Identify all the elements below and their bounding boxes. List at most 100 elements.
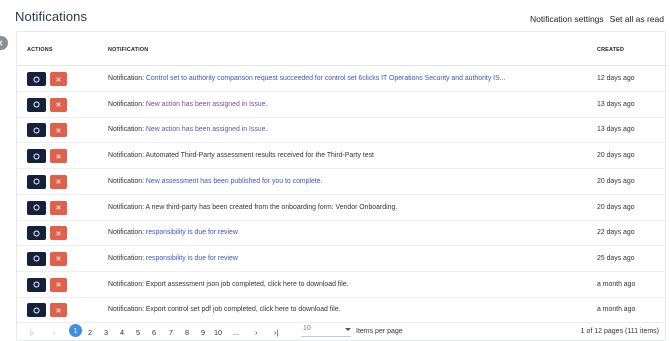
notification-prefix: Notification: [108, 280, 146, 288]
circle-icon [33, 178, 40, 185]
close-icon [56, 282, 61, 287]
notification-message[interactable]: responsibility is due for review [146, 255, 238, 262]
open-notification-button[interactable] [27, 200, 46, 215]
notification-message[interactable]: New action has been assigned in Issue. [146, 101, 267, 108]
items-per-page-value: 10 [303, 325, 311, 332]
close-icon [56, 179, 61, 184]
table-row: Notification: New action has been assign… [17, 117, 667, 144]
notification-prefix: Notification: [108, 100, 146, 108]
notification-prefix: Notification: [108, 126, 146, 134]
items-per-page-select[interactable]: 10 [301, 325, 351, 337]
circle-icon [33, 127, 40, 134]
page-button[interactable]: 4 [120, 328, 124, 337]
dismiss-notification-button[interactable] [50, 149, 67, 164]
dismiss-notification-button[interactable] [50, 200, 67, 215]
close-icon [56, 308, 61, 313]
pagination-info: 1 of 12 pages (111 items) [580, 328, 659, 335]
dismiss-notification-button[interactable] [50, 303, 67, 318]
open-notification-button[interactable] [27, 303, 46, 318]
page-button[interactable]: 8 [185, 328, 189, 337]
open-notification-button[interactable] [27, 226, 46, 241]
notification-text: Notification: New action has been assign… [108, 126, 267, 133]
set-all-as-read-link[interactable]: Set all as read [610, 14, 664, 24]
created-time: 12 days ago [597, 75, 635, 82]
notification-message: Automated Third-Party assessment results… [145, 152, 374, 160]
pagination: |‹ ‹ 1 2 3 4 5 6 7 8 9 10 ... › ›| 10 Items per p… [17, 323, 667, 341]
close-icon [56, 153, 61, 159]
open-notification-button[interactable] [27, 97, 46, 112]
created-time: 22 days ago [597, 229, 635, 237]
open-notification-button[interactable] [27, 174, 46, 189]
page-button[interactable]: 6 [152, 328, 156, 337]
notification-text: Notification: responsibility is due for … [108, 255, 238, 262]
notification-message[interactable]: New assessment has been published for yo… [146, 178, 323, 185]
table-row: Notification: New action has been assign… [17, 92, 667, 118]
last-page-button[interactable]: ›| [274, 328, 278, 337]
close-icon [56, 231, 61, 236]
close-icon [56, 102, 61, 107]
notification-text: Notification: New assessment has been pu… [108, 178, 323, 185]
page-button[interactable]: 9 [201, 328, 205, 337]
notification-settings-link[interactable]: Notification settings [530, 14, 604, 24]
circle-icon [33, 153, 40, 160]
column-header-actions: ACTIONS [27, 47, 53, 53]
items-per-page-label: Items per page [356, 328, 403, 335]
header-links: Notification settings Set all as read [530, 14, 664, 24]
table-row: Notification: Automated Third-Party asse… [17, 143, 667, 170]
notifications-table: ACTIONS NOTIFICATION CREATED Notificatio… [16, 31, 667, 341]
column-header-created: CREATED [597, 47, 625, 53]
notification-message[interactable]: New action has been assigned in Issue. [146, 126, 267, 133]
dismiss-notification-button[interactable] [50, 226, 67, 241]
open-notification-button[interactable] [27, 123, 46, 138]
notification-prefix: Notification: [108, 229, 146, 237]
dismiss-notification-button[interactable] [50, 251, 67, 266]
notification-message[interactable]: responsibility is due for review [146, 229, 238, 236]
created-time: 13 days ago [597, 100, 635, 108]
page-button[interactable]: 2 [88, 328, 92, 337]
sidebar-collapse-button[interactable] [0, 36, 8, 50]
circle-icon [33, 307, 40, 314]
previous-page-button[interactable]: ‹ [53, 328, 55, 337]
table-row: Notification: Export assessment json job… [17, 272, 667, 298]
column-header-notification: NOTIFICATION [108, 47, 149, 53]
circle-icon [33, 255, 40, 262]
page-button[interactable]: 7 [169, 328, 173, 337]
next-page-button[interactable]: › [255, 328, 257, 337]
notification-text: Notification: Export control set pdf job… [108, 306, 341, 313]
open-notification-button[interactable] [27, 251, 46, 266]
dismiss-notification-button[interactable] [50, 174, 67, 189]
page-button[interactable]: 10 [214, 328, 222, 337]
notification-message[interactable]: Control set to authority comparison requ… [146, 75, 506, 82]
dismiss-notification-button[interactable] [50, 123, 67, 138]
created-time: a month ago [597, 280, 636, 288]
table-row: Notification: responsibility is due for … [17, 220, 667, 247]
table-row: Notification: Control set to authority c… [17, 66, 667, 92]
notification-text: Notification: Automated Third-Party asse… [108, 152, 374, 159]
dismiss-notification-button[interactable] [50, 72, 67, 86]
notification-text: Notification: Export assessment json job… [108, 281, 349, 288]
dismiss-notification-button[interactable] [50, 277, 67, 292]
notification-prefix: Notification: [108, 75, 146, 82]
page-button[interactable]: 5 [136, 328, 140, 337]
open-notification-button[interactable] [27, 149, 46, 164]
dismiss-notification-button[interactable] [50, 97, 67, 112]
notification-prefix: Notification: [108, 203, 146, 211]
circle-icon [33, 230, 40, 237]
pagination-ellipsis: ... [233, 328, 240, 337]
circle-icon [33, 101, 40, 108]
open-notification-button[interactable] [27, 72, 46, 86]
table-header: ACTIONS NOTIFICATION CREATED [17, 32, 667, 66]
close-icon [56, 76, 61, 82]
close-icon [56, 205, 61, 210]
table-row: Notification: A new third-party has been… [17, 195, 667, 221]
page-button[interactable]: 3 [104, 328, 108, 337]
first-page-button[interactable]: |‹ [30, 328, 34, 337]
open-notification-button[interactable] [27, 277, 46, 292]
created-time: 20 days ago [597, 177, 635, 185]
created-time: 20 days ago [597, 152, 635, 160]
page-button-active[interactable]: 1 [69, 324, 82, 337]
notification-message: Export control set pdf job completed, cl… [145, 306, 341, 314]
dropdown-caret-icon [345, 328, 351, 331]
notification-text: Notification: Control set to authority c… [108, 75, 505, 82]
notification-text: Notification: responsibility is due for … [108, 229, 238, 236]
